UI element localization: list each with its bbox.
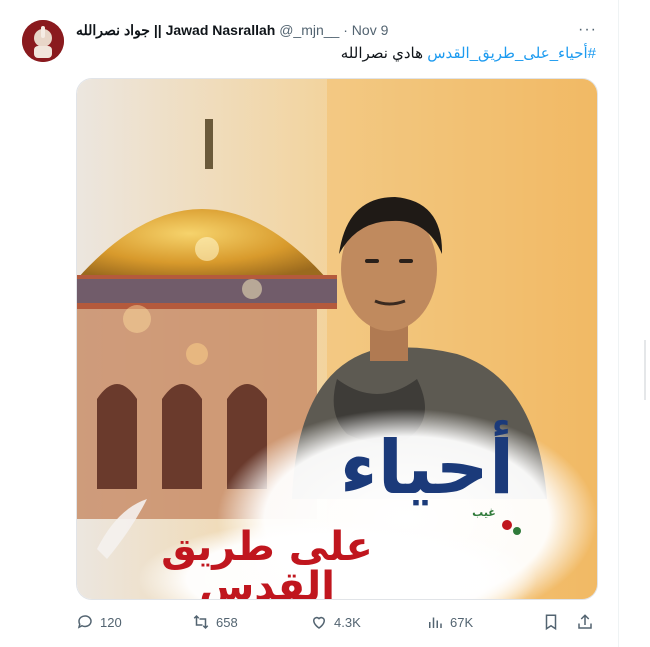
tweet-header: جواد نصرالله || Jawad Nasrallah @_mjn__ … (76, 22, 388, 39)
poster-small-text: غيب (472, 506, 496, 519)
reply-button[interactable]: 120 (76, 610, 122, 634)
avatar[interactable] (22, 20, 64, 62)
poster-title: أحياء (339, 425, 515, 511)
more-options-icon[interactable]: ··· (578, 21, 597, 39)
meta-separator: · (343, 22, 348, 38)
views-icon (429, 617, 442, 628)
tweet-date[interactable]: Nov 9 (352, 22, 389, 38)
views-button[interactable]: 67K (426, 610, 473, 634)
tweet[interactable]: جواد نصرالله || Jawad Nasrallah @_mjn__ … (0, 0, 650, 647)
poster-illustration (77, 79, 597, 599)
hashtag-link[interactable]: #أحياء_على_طريق_القدس (427, 45, 596, 62)
share-button[interactable] (576, 610, 594, 634)
bookmark-button[interactable] (542, 610, 560, 634)
timeline-border (618, 0, 619, 647)
like-button[interactable]: 4.3K (310, 610, 361, 634)
like-icon (312, 616, 326, 629)
views-count: 67K (450, 614, 474, 630)
author-name[interactable]: جواد نصرالله || Jawad Nasrallah (76, 22, 275, 38)
tweet-text: #أحياء_على_طريق_القدس هادي نصرالله (260, 44, 596, 62)
retweet-button[interactable]: 658 (192, 610, 238, 634)
tweet-image[interactable]: أحياء على طريق القدس غيب (76, 78, 598, 600)
bookmark-icon (545, 614, 557, 631)
retweet-icon (193, 614, 209, 630)
reply-count: 120 (100, 614, 122, 630)
reply-icon (77, 615, 92, 629)
poster-subtitle: على طريق القدس (161, 524, 373, 600)
scrollbar[interactable] (644, 340, 646, 400)
author-handle[interactable]: @_mjn__ (279, 22, 339, 38)
tweet-body: هادي نصرالله (340, 45, 428, 62)
like-count: 4.3K (334, 614, 361, 630)
share-icon (578, 614, 592, 629)
tweet-actions: 120 658 4.3K 67K (76, 610, 596, 634)
retweet-count: 658 (216, 614, 238, 630)
